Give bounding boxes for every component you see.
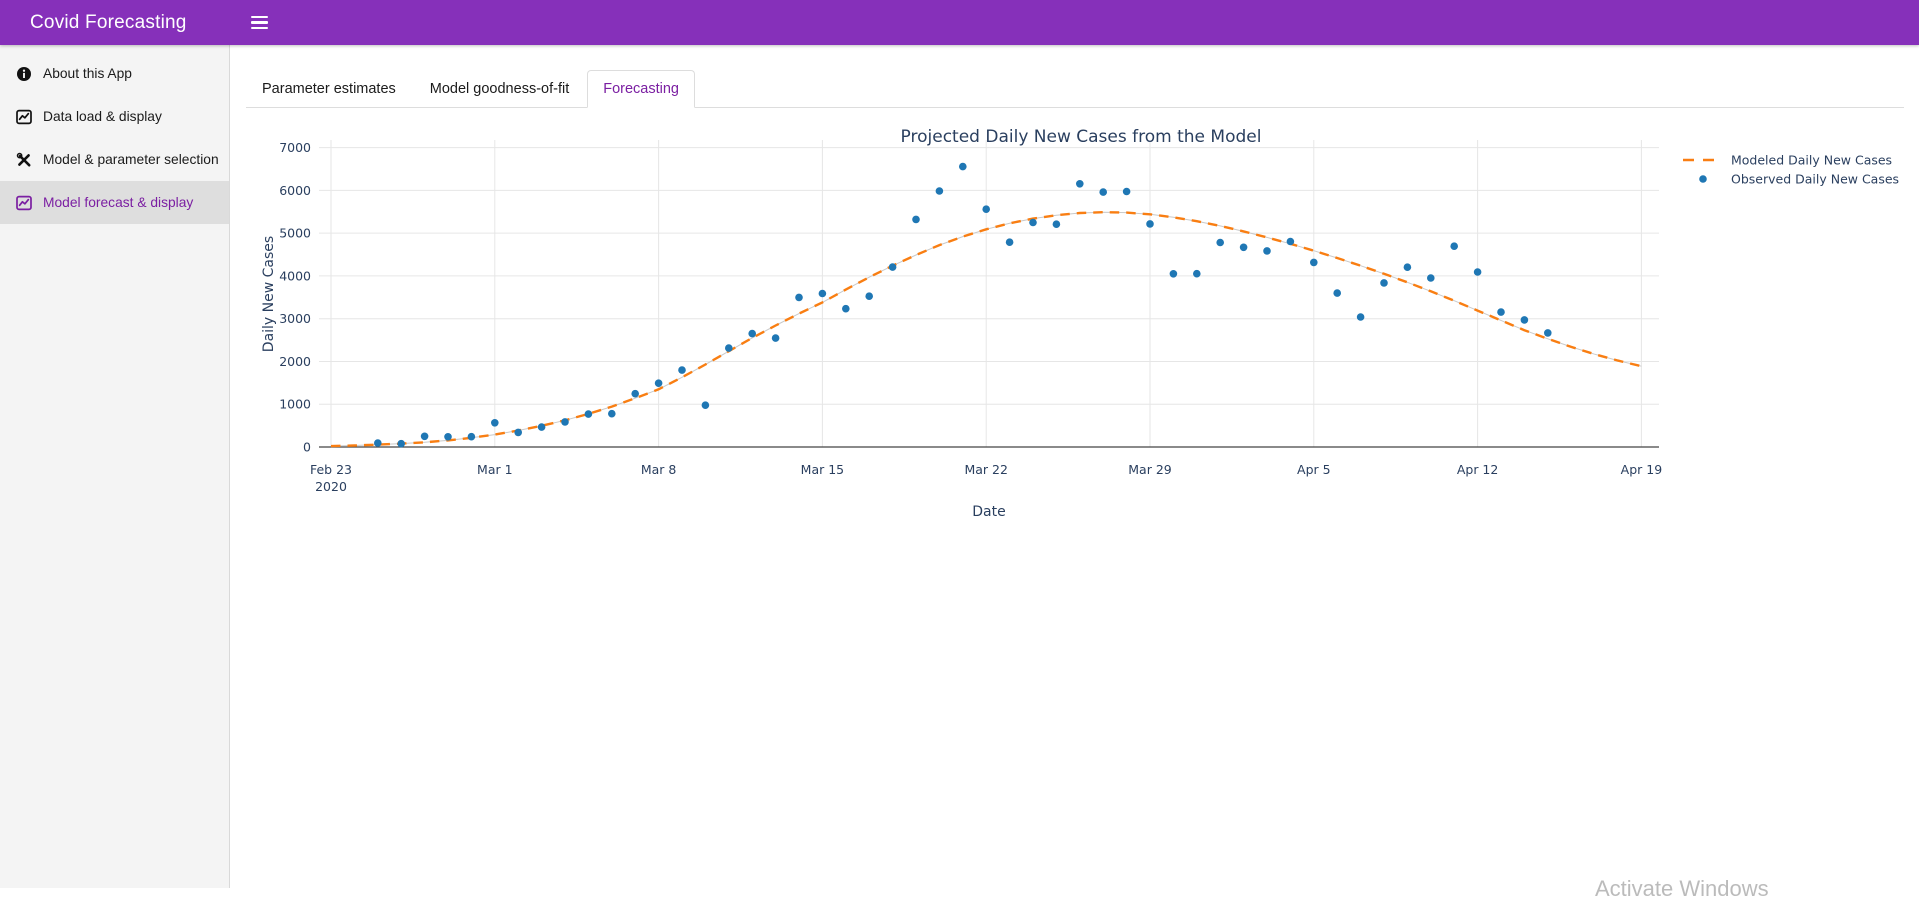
sidebar-item-model-selection[interactable]: Model & parameter selection xyxy=(0,138,229,181)
tab-parameter-estimates[interactable]: Parameter estimates xyxy=(246,70,412,108)
sidebar-item-data-load[interactable]: Data load & display xyxy=(0,95,229,138)
svg-text:Apr 5: Apr 5 xyxy=(1297,462,1331,477)
svg-text:4000: 4000 xyxy=(279,268,311,283)
app-title: Covid Forecasting xyxy=(30,11,187,33)
chart-line-icon xyxy=(15,194,32,211)
tab-forecasting[interactable]: Forecasting xyxy=(587,70,695,108)
info-circle-icon xyxy=(15,65,32,82)
svg-text:3000: 3000 xyxy=(279,311,311,326)
sidebar-item-model-forecast[interactable]: Model forecast & display xyxy=(0,181,229,224)
svg-text:1000: 1000 xyxy=(279,397,311,412)
svg-text:Feb 23: Feb 23 xyxy=(310,462,352,477)
hamburger-icon xyxy=(251,15,268,30)
svg-text:0: 0 xyxy=(303,440,311,455)
sidebar-item-label: Data load & display xyxy=(43,109,162,124)
svg-text:Mar 8: Mar 8 xyxy=(641,462,677,477)
app-header: Covid Forecasting xyxy=(0,0,1919,45)
y-axis-title: Daily New Cases xyxy=(261,236,277,352)
sidebar-toggle-button[interactable] xyxy=(243,7,276,38)
svg-text:5000: 5000 xyxy=(279,226,311,241)
svg-text:6000: 6000 xyxy=(279,183,311,198)
tab-model-goodness-of-fit[interactable]: Model goodness-of-fit xyxy=(414,70,585,108)
svg-text:Modeled Daily New Cases: Modeled Daily New Cases xyxy=(1731,153,1892,168)
sidebar-item-label: Model forecast & display xyxy=(43,195,194,210)
chart-title: Projected Daily New Cases from the Model xyxy=(901,127,1262,147)
svg-text:Apr 12: Apr 12 xyxy=(1457,462,1499,477)
observed-points[interactable] xyxy=(374,162,1552,448)
x-axis-title: Date xyxy=(972,504,1005,520)
legend-item-observed[interactable]: Observed Daily New Cases xyxy=(1699,172,1899,187)
tab-bar: Parameter estimates Model goodness-of-fi… xyxy=(246,70,1904,108)
svg-text:Observed Daily New Cases: Observed Daily New Cases xyxy=(1731,172,1899,187)
x-axis-labels: Feb 23 2020 Mar 1 Mar 8 Mar 15 Mar 22 Mar 29 Ap… xyxy=(310,462,1662,494)
svg-text:2020: 2020 xyxy=(315,479,347,494)
x-gridlines xyxy=(330,140,1642,447)
svg-text:7000: 7000 xyxy=(279,140,311,155)
svg-text:Mar 29: Mar 29 xyxy=(1128,462,1172,477)
y-gridlines xyxy=(319,147,1659,405)
activate-windows-watermark: Activate Windows xyxy=(1595,876,1769,901)
tools-icon xyxy=(15,151,32,168)
forecast-chart[interactable]: Feb 23 2020 Mar 1 Mar 8 Mar 15 Mar 22 Mar 29 Ap… xyxy=(231,112,1919,572)
chart-line-icon xyxy=(15,108,32,125)
chart-legend: Modeled Daily New Cases Observed Daily Ne… xyxy=(1683,153,1899,187)
svg-text:Mar 15: Mar 15 xyxy=(801,462,844,477)
sidebar-item-label: Model & parameter selection xyxy=(43,152,219,167)
legend-item-modeled[interactable]: Modeled Daily New Cases xyxy=(1683,153,1892,168)
sidebar-item-label: About this App xyxy=(43,66,132,81)
sidebar: About this App Data load & display Model… xyxy=(0,45,230,888)
svg-text:Mar 1: Mar 1 xyxy=(477,462,513,477)
sidebar-item-about[interactable]: About this App xyxy=(0,52,229,95)
svg-text:2000: 2000 xyxy=(279,354,311,369)
svg-text:Mar 22: Mar 22 xyxy=(964,462,1007,477)
y-axis-labels: 0 1000 2000 3000 4000 5000 6000 7000 xyxy=(279,140,311,454)
svg-text:Apr 19: Apr 19 xyxy=(1621,462,1663,477)
main-content: Parameter estimates Model goodness-of-fi… xyxy=(231,45,1919,901)
